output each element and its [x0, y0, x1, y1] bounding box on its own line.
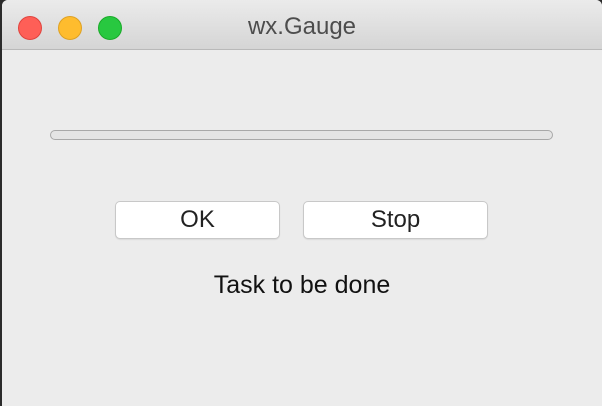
- progress-gauge: [50, 130, 553, 140]
- status-label: Task to be done: [213, 271, 391, 299]
- stop-button[interactable]: Stop: [303, 201, 488, 239]
- ok-button[interactable]: OK: [115, 201, 280, 239]
- app-window: wx.Gauge OK Stop Task to be done: [2, 0, 602, 406]
- title-bar[interactable]: wx.Gauge: [2, 0, 602, 50]
- window-title: wx.Gauge: [247, 13, 357, 40]
